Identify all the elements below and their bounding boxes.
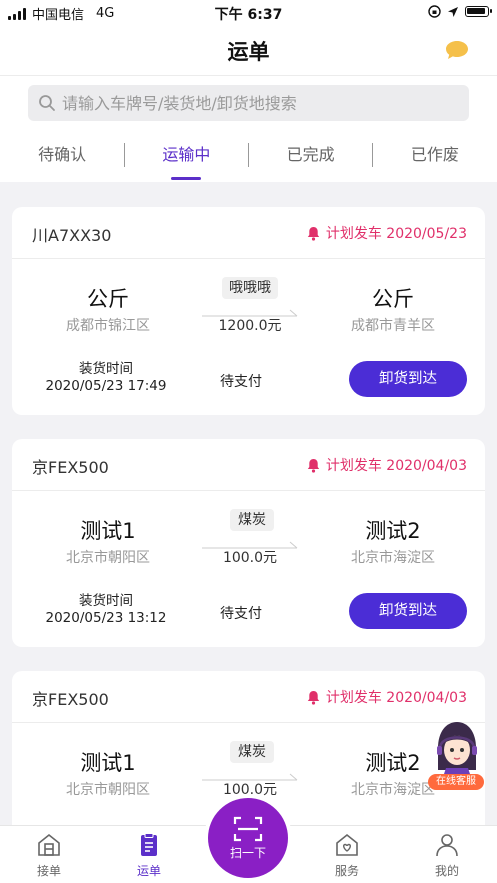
origin-area: 北京市朝阳区 (66, 782, 150, 798)
load-time: 装货时间 2020/05/23 17:49 (40, 361, 172, 395)
order-card-header: 京FEX500 计划发车 2020/04/03 (12, 671, 485, 723)
location-icon (448, 6, 458, 17)
origin: 测试1 北京市朝阳区 (38, 515, 178, 567)
online-service-button[interactable]: 在线客服 (428, 718, 484, 790)
rotation-lock-icon (428, 5, 441, 18)
route-info: 测试1 北京市朝阳区 煤炭 100.0元 测试2 北京市海淀区 (12, 491, 485, 591)
destination: 公斤 成都市青羊区 (323, 283, 463, 335)
freight-price: 100.0元 (222, 782, 278, 798)
tab-divider (124, 143, 125, 167)
search-bar (0, 76, 497, 130)
bell-icon (307, 458, 320, 473)
load-time-value: 2020/05/23 17:49 (45, 378, 167, 394)
origin-area: 成都市锦江区 (66, 318, 150, 334)
destination-name: 测试2 (365, 519, 421, 543)
plate-number: 京FEX500 (32, 690, 109, 709)
plan-departure: 计划发车 2020/04/03 (306, 455, 467, 475)
bell-icon (307, 690, 320, 705)
origin: 公斤 成都市锦江区 (38, 283, 178, 335)
unload-arrive-button[interactable]: 卸货到达 (349, 361, 467, 397)
battery-icon (465, 6, 492, 17)
status-time: 下午 6:37 (214, 7, 283, 23)
scan-button[interactable]: 扫一下 (208, 798, 288, 878)
load-time-label: 装货时间 (79, 593, 133, 609)
online-service-label: 在线客服 (428, 774, 484, 790)
order-card-footer: 装货时间 2020/05/23 13:12 待支付 卸货到达 (12, 591, 485, 649)
page-title: 运单 (227, 40, 270, 64)
origin: 测试1 北京市朝阳区 (38, 747, 178, 799)
plan-departure: 计划发车 2020/05/23 (306, 223, 467, 243)
destination-name: 公斤 (372, 287, 414, 311)
destination-area: 北京市海淀区 (351, 550, 435, 566)
tab-in-transit[interactable]: 运输中 (124, 130, 248, 182)
tab-completed[interactable]: 已完成 (249, 130, 373, 182)
order-card[interactable]: 京FEX500 计划发车 2020/04/03 测试1 北京市朝阳区 煤炭 10… (12, 439, 485, 647)
plan-departure-text: 计划发车 2020/05/23 (325, 226, 467, 242)
payment-status: 待支付 (220, 374, 262, 390)
cargo-tag: 煤炭 (230, 741, 274, 763)
status-right (428, 5, 492, 18)
freight-price: 100.0元 (222, 550, 278, 566)
plan-departure-text: 计划发车 2020/04/03 (325, 458, 467, 474)
tabbar-label: 我的 (434, 864, 459, 878)
scan-icon (233, 816, 263, 842)
tabbar-item-profile[interactable]: 我的 (412, 832, 482, 879)
profile-icon (436, 834, 458, 857)
tab-divider (248, 143, 249, 167)
tab-divider (372, 143, 373, 167)
tabbar-label: 服务 (334, 864, 359, 878)
destination: 测试2 北京市海淀区 (323, 515, 463, 567)
customer-service-avatar-icon (437, 722, 477, 780)
origin-name: 测试1 (80, 751, 136, 775)
route-info: 公斤 成都市锦江区 哦哦哦 1200.0元 公斤 成都市青羊区 (12, 259, 485, 359)
origin-area: 北京市朝阳区 (66, 550, 150, 566)
tabbar-label: 接单 (36, 864, 61, 878)
waybill-icon (141, 833, 157, 856)
nav-bar: 运单 (0, 26, 497, 76)
tabbar-item-receive[interactable]: 接单 (14, 832, 84, 879)
message-icon[interactable] (445, 40, 469, 60)
status-tabs: 待确认 运输中 已完成 已作废 (0, 130, 497, 182)
freight-price: 1200.0元 (218, 318, 282, 334)
tab-voided[interactable]: 已作废 (373, 130, 497, 182)
load-time-value: 2020/05/23 13:12 (45, 610, 167, 626)
receive-order-icon (38, 833, 60, 856)
search-input[interactable] (62, 93, 452, 113)
payment-status: 待支付 (220, 606, 262, 622)
origin-name: 公斤 (87, 287, 129, 311)
scan-label: 扫一下 (229, 846, 266, 860)
tabbar-label: 运单 (136, 864, 161, 878)
plan-departure-text: 计划发车 2020/04/03 (325, 690, 467, 706)
plate-number: 川A7XX30 (32, 226, 112, 245)
load-time-label: 装货时间 (79, 361, 133, 377)
service-house-icon (336, 833, 358, 856)
status-bar: 中国电信 4G 下午 6:37 (0, 0, 497, 26)
destination-area: 成都市青羊区 (351, 318, 435, 334)
order-card-footer: 装货时间 2020/05/23 17:49 待支付 卸货到达 (12, 359, 485, 417)
bell-icon (307, 226, 320, 241)
load-time: 装货时间 2020/05/23 13:12 (40, 593, 172, 627)
order-card-header: 京FEX500 计划发车 2020/04/03 (12, 439, 485, 491)
cargo-tag: 煤炭 (230, 509, 274, 531)
tabbar-item-waybill[interactable]: 运单 (114, 832, 184, 879)
unload-arrive-button[interactable]: 卸货到达 (349, 593, 467, 629)
tabbar-item-service[interactable]: 服务 (312, 832, 382, 879)
search-icon (39, 95, 55, 111)
plate-number: 京FEX500 (32, 458, 109, 477)
order-card-header: 川A7XX30 计划发车 2020/05/23 (12, 207, 485, 259)
cargo-tag: 哦哦哦 (222, 277, 278, 299)
origin-name: 测试1 (80, 519, 136, 543)
order-card[interactable]: 川A7XX30 计划发车 2020/05/23 公斤 成都市锦江区 哦哦哦 12… (12, 207, 485, 415)
tab-pending-confirm[interactable]: 待确认 (0, 130, 124, 182)
search-box[interactable] (28, 85, 469, 121)
plan-departure: 计划发车 2020/04/03 (306, 687, 467, 707)
